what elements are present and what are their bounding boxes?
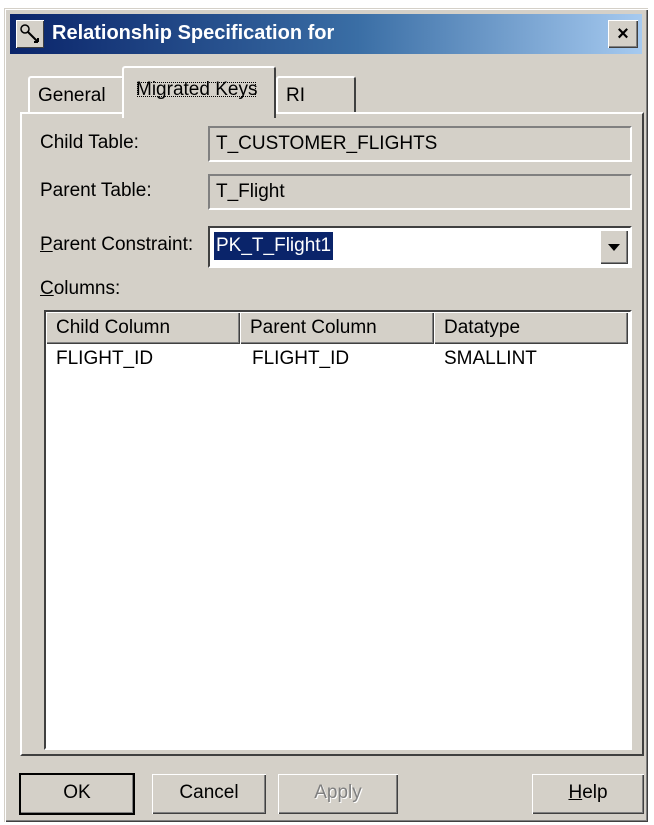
relationship-tool-icon (16, 20, 44, 48)
column-header-datatype[interactable]: Datatype (434, 312, 628, 344)
row-child-column: FLIGHT_ID (56, 348, 154, 369)
child-table-label: Child Table: (40, 132, 139, 153)
title-bar[interactable]: Relationship Specification for × (10, 14, 642, 54)
row-parent-column: FLIGHT_ID (252, 348, 350, 369)
tab-migrated-keys[interactable]: Migrated Keys (122, 66, 276, 118)
parent-table-label: Parent Table: (40, 180, 152, 201)
tab-ri-label: RI (286, 85, 305, 106)
parent-constraint-select[interactable]: PK_T_Flight1 (208, 226, 632, 268)
tab-general-label: General (38, 85, 106, 106)
listview-header: Child Column Parent Column Datatype (46, 312, 630, 344)
ok-button[interactable]: OK (19, 773, 135, 815)
columns-label-text: olumns: (53, 278, 121, 299)
cancel-button[interactable]: Cancel (152, 774, 266, 814)
columns-listview[interactable]: Child Column Parent Column Datatype FLIG… (44, 310, 632, 750)
columns-mnemonic: C (40, 278, 54, 299)
column-header-parent[interactable]: Parent Column (240, 312, 434, 344)
row-datatype: SMALLINT (444, 348, 537, 369)
window-title: Relationship Specification for (52, 22, 335, 44)
tab-migrated-keys-label: Migrated Keys (132, 77, 261, 102)
parent-constraint-mnemonic: P (40, 234, 53, 255)
parent-constraint-label: Parent Constraint: (40, 234, 193, 256)
chevron-down-icon[interactable] (600, 230, 628, 264)
child-table-field: T_CUSTOMER_FLIGHTS (208, 126, 632, 162)
help-button[interactable]: Help (532, 774, 644, 814)
column-header-child[interactable]: Child Column (46, 312, 240, 344)
columns-label: Columns: (40, 278, 120, 300)
help-label: elp (582, 782, 608, 803)
parent-constraint-value: PK_T_Flight1 (212, 231, 335, 261)
table-row[interactable]: FLIGHT_ID FLIGHT_ID SMALLINT (46, 346, 630, 376)
tab-general[interactable]: General (28, 76, 124, 114)
apply-button[interactable]: Apply (278, 774, 398, 814)
relationship-dialog: Relationship Specification for × General… (4, 8, 648, 822)
parent-constraint-label-text: arent Constraint: (52, 234, 194, 255)
tab-ri[interactable]: RI (276, 76, 356, 114)
parent-table-field: T_Flight (208, 174, 632, 210)
close-button[interactable]: × (608, 20, 638, 48)
help-mnemonic: H (568, 782, 583, 803)
